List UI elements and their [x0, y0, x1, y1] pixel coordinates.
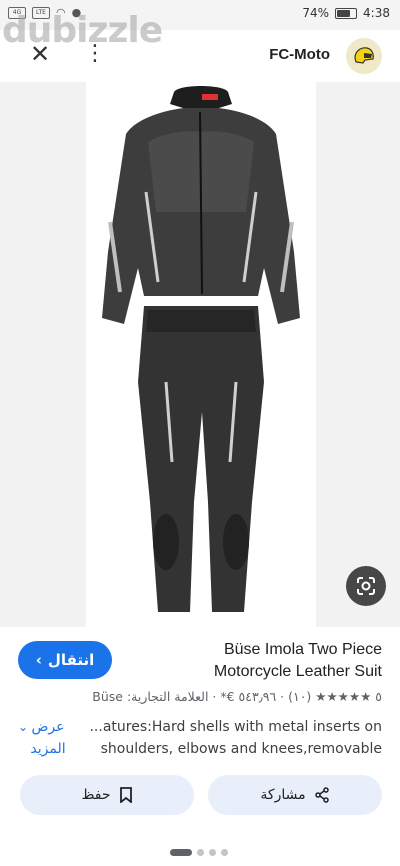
share-icon	[314, 787, 329, 803]
save-label: حفظ	[81, 787, 111, 803]
pagination-dot[interactable]	[209, 849, 216, 856]
lens-icon	[357, 577, 375, 595]
share-button[interactable]: مشاركة	[208, 775, 382, 815]
source-site-logo[interactable]	[346, 38, 382, 74]
google-lens-button[interactable]	[346, 566, 386, 606]
notification-icon: ●	[71, 6, 82, 19]
show-more-label: عرض المزيد	[30, 719, 66, 757]
chevron-down-icon: ⌄	[18, 720, 29, 734]
battery-icon	[335, 7, 358, 19]
share-label: مشاركة	[260, 787, 306, 803]
bookmark-icon	[119, 787, 132, 803]
product-description: ...atures:Hard shells with metal inserts…	[82, 716, 382, 760]
pants-illustration	[138, 306, 264, 612]
helmet-icon	[354, 47, 374, 64]
status-bar: 4G LTE ◠ ● 74% 4:38	[0, 0, 400, 30]
status-icons: 4G LTE ◠ ●	[8, 6, 81, 19]
wifi-icon: ◠	[56, 6, 66, 19]
chevron-left-icon: ‹	[35, 651, 42, 669]
more-options-icon[interactable]: ⋮	[84, 42, 106, 66]
source-site-name[interactable]: FC-Moto	[269, 46, 330, 63]
save-button[interactable]: حفظ	[20, 775, 194, 815]
sim-icon: 4G	[8, 6, 26, 19]
viewer-top-bar: ✕ ⋮ FC-Moto	[0, 30, 400, 82]
description-line: ...atures:Hard shells with metal inserts…	[89, 719, 382, 735]
pagination-dot[interactable]	[221, 849, 228, 856]
clock: 4:38	[363, 6, 390, 20]
image-preview-area	[0, 82, 400, 627]
close-icon[interactable]: ✕	[28, 42, 52, 66]
pagination-dot[interactable]	[197, 849, 204, 856]
status-right: 74% 4:38	[302, 6, 390, 20]
volte-icon: LTE	[32, 6, 50, 19]
product-image[interactable]	[86, 82, 316, 627]
product-info-panel: ‹ انتقال Büse Imola Two Piece Motorcycle…	[0, 627, 400, 866]
visit-button[interactable]: ‹ انتقال	[18, 641, 112, 679]
description-line: shoulders, elbows and knees,removable	[100, 741, 382, 757]
pagination-dot[interactable]	[170, 849, 192, 856]
product-meta: ٥ ★★★★★ (١٠) · ٥٤٣٫٩٦ €* · العلامة التجا…	[92, 689, 382, 704]
product-title[interactable]: Büse Imola Two Piece Motorcycle Leather …	[152, 639, 382, 683]
visit-label: انتقال	[47, 651, 95, 669]
pagination-dots	[170, 849, 228, 856]
battery-percent: 74%	[302, 6, 330, 20]
jacket-illustration	[102, 86, 300, 324]
show-more-link[interactable]: ⌄ عرض المزيد	[18, 716, 78, 760]
